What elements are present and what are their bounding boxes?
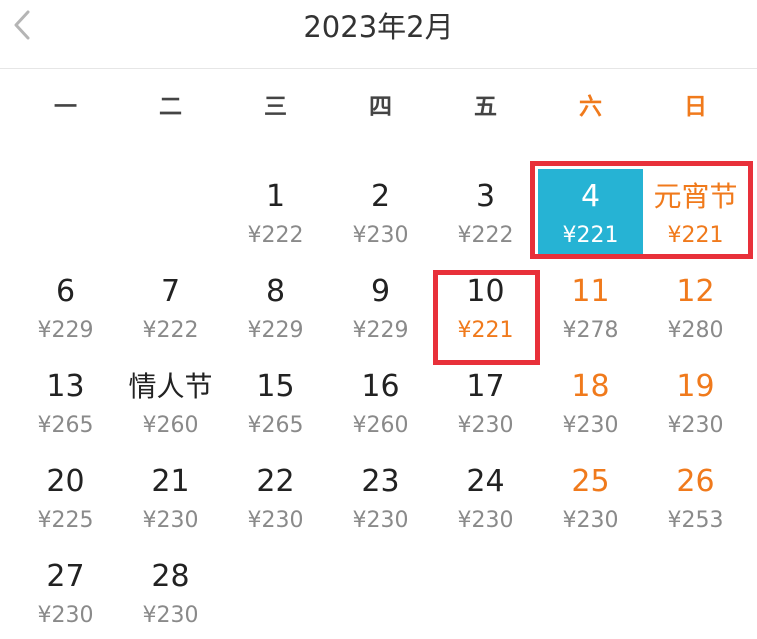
day-price: ¥230 — [352, 223, 409, 248]
calendar-day-cell[interactable]: 15 ¥265 — [223, 359, 328, 449]
day-label: 16 — [361, 369, 400, 404]
day-label: 21 — [151, 464, 190, 499]
day-label: 24 — [466, 464, 505, 499]
calendar-day-cell[interactable]: 11 ¥278 — [538, 264, 643, 354]
weekday-mon: 一 — [54, 94, 77, 120]
calendar-day-cell[interactable]: 21 ¥230 — [118, 454, 223, 544]
calendar-day-cell[interactable]: 情人节 ¥260 — [118, 359, 223, 449]
calendar-day-cell[interactable]: 27 ¥230 — [13, 549, 118, 639]
day-label: 25 — [571, 464, 610, 499]
calendar-day-cell[interactable]: 10 ¥221 — [433, 264, 538, 354]
day-label: 17 — [466, 369, 505, 404]
calendar-grid: 1 ¥222 2 ¥230 3 ¥222 4 ¥221 元宵节 ¥221 6 ¥229 7 ¥222 8 ¥2… — [13, 169, 748, 634]
day-price: ¥253 — [667, 508, 724, 533]
calendar-day-cell[interactable]: 13 ¥265 — [13, 359, 118, 449]
weekday-fri: 五 — [474, 94, 497, 120]
weekday-tue: 二 — [159, 94, 182, 120]
day-price: ¥225 — [37, 508, 94, 533]
calendar-day-cell[interactable]: 4 ¥221 — [538, 169, 643, 259]
day-label: 情人节 — [128, 370, 213, 403]
calendar-day-cell[interactable]: 20 ¥225 — [13, 454, 118, 544]
day-label: 27 — [46, 559, 85, 594]
day-label: 8 — [265, 274, 286, 309]
weekday-sun: 日 — [684, 94, 707, 120]
day-price: ¥278 — [562, 318, 619, 343]
calendar-day-cell[interactable]: 1 ¥222 — [223, 169, 328, 259]
calendar-day-cell[interactable]: 2 ¥230 — [328, 169, 433, 259]
calendar-day-cell[interactable]: 19 ¥230 — [643, 359, 748, 449]
day-price: ¥229 — [352, 318, 409, 343]
calendar-day-cell[interactable]: 26 ¥253 — [643, 454, 748, 544]
day-label: 28 — [151, 559, 190, 594]
day-price: ¥222 — [247, 223, 304, 248]
day-price: ¥229 — [247, 318, 304, 343]
month-title: 2023年2月 — [303, 10, 454, 44]
day-price: ¥230 — [352, 508, 409, 533]
calendar-day-cell[interactable]: 8 ¥229 — [223, 264, 328, 354]
day-price: ¥222 — [142, 318, 199, 343]
day-label: 3 — [475, 179, 496, 214]
calendar-day-cell[interactable]: 25 ¥230 — [538, 454, 643, 544]
weekday-wed: 三 — [264, 94, 287, 120]
day-price: ¥265 — [247, 413, 304, 438]
weekday-sat: 六 — [579, 94, 602, 120]
day-label: 22 — [256, 464, 295, 499]
calendar-header: 2023年2月 — [0, 0, 757, 69]
day-label: 26 — [676, 464, 715, 499]
calendar-day-cell[interactable]: 3 ¥222 — [433, 169, 538, 259]
calendar-day-cell[interactable]: 6 ¥229 — [13, 264, 118, 354]
day-price: ¥265 — [37, 413, 94, 438]
calendar-day-cell[interactable]: 7 ¥222 — [118, 264, 223, 354]
day-label: 4 — [580, 179, 601, 214]
day-price: ¥222 — [457, 223, 514, 248]
day-label: 23 — [361, 464, 400, 499]
day-label: 1 — [265, 179, 286, 214]
day-price: ¥230 — [37, 603, 94, 628]
day-price: ¥221 — [457, 318, 514, 343]
day-price: ¥230 — [562, 508, 619, 533]
day-price: ¥260 — [352, 413, 409, 438]
day-price: ¥260 — [142, 413, 199, 438]
day-label: 15 — [256, 369, 295, 404]
day-price: ¥230 — [142, 508, 199, 533]
day-price: ¥221 — [562, 223, 619, 248]
day-label: 7 — [160, 274, 181, 309]
day-price: ¥230 — [142, 603, 199, 628]
day-price: ¥230 — [562, 413, 619, 438]
day-label: 19 — [676, 369, 715, 404]
weekday-header-row: 一 二 三 四 五 六 日 — [0, 87, 757, 127]
calendar-day-cell[interactable]: 16 ¥260 — [328, 359, 433, 449]
calendar-day-cell[interactable]: 9 ¥229 — [328, 264, 433, 354]
calendar-day-cell[interactable]: 28 ¥230 — [118, 549, 223, 639]
calendar-day-cell[interactable]: 12 ¥280 — [643, 264, 748, 354]
day-label: 20 — [46, 464, 85, 499]
day-price: ¥230 — [247, 508, 304, 533]
calendar-day-cell[interactable]: 23 ¥230 — [328, 454, 433, 544]
day-price: ¥230 — [667, 413, 724, 438]
weekday-thu: 四 — [369, 94, 392, 120]
calendar-day-cell[interactable]: 18 ¥230 — [538, 359, 643, 449]
day-price: ¥280 — [667, 318, 724, 343]
day-label: 元宵节 — [653, 180, 738, 213]
day-price: ¥221 — [667, 223, 724, 248]
day-price: ¥230 — [457, 508, 514, 533]
day-price: ¥229 — [37, 318, 94, 343]
day-label: 12 — [676, 274, 715, 309]
calendar-day-cell[interactable]: 17 ¥230 — [433, 359, 538, 449]
day-label: 13 — [46, 369, 85, 404]
day-label: 18 — [571, 369, 610, 404]
day-label: 9 — [370, 274, 391, 309]
calendar-day-cell[interactable]: 22 ¥230 — [223, 454, 328, 544]
day-label: 11 — [571, 274, 610, 309]
day-label: 10 — [466, 274, 505, 309]
day-price: ¥230 — [457, 413, 514, 438]
calendar-day-cell[interactable]: 24 ¥230 — [433, 454, 538, 544]
calendar-day-cell[interactable]: 元宵节 ¥221 — [643, 169, 748, 259]
day-label: 6 — [55, 274, 76, 309]
day-label: 2 — [370, 179, 391, 214]
